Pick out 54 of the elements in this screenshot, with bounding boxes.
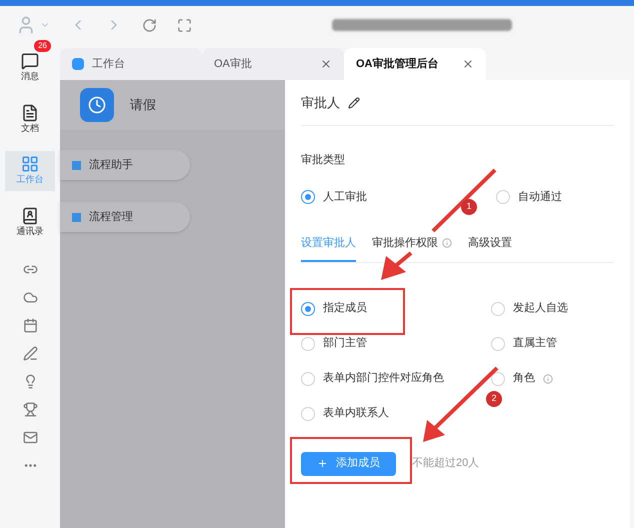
radio-button[interactable] <box>491 302 505 316</box>
close-icon[interactable] <box>320 58 332 70</box>
radio-label: 指定成员 <box>323 300 367 316</box>
cloud-icon[interactable] <box>22 290 38 305</box>
plus-icon <box>317 458 328 469</box>
radio-button[interactable] <box>491 372 505 386</box>
address-bar[interactable] <box>332 19 512 31</box>
app-logo <box>80 88 114 122</box>
close-icon[interactable] <box>462 58 474 70</box>
pen-icon[interactable] <box>22 346 38 361</box>
browser-tab[interactable]: 工作台 <box>60 48 202 80</box>
radio-label: 表单内联系人 <box>323 406 389 422</box>
nav-item[interactable]: 文档 <box>5 100 55 139</box>
menu-icon <box>72 212 81 222</box>
settings-tab[interactable]: 审批操作权限 <box>372 235 452 262</box>
mail-icon[interactable] <box>22 430 38 445</box>
menu-item[interactable]: 流程助手 <box>60 150 190 180</box>
browser-tab[interactable]: OA审批管理后台 <box>344 48 486 80</box>
info-icon[interactable] <box>442 238 452 248</box>
radio-label: 直属主管 <box>513 336 557 352</box>
radio-button[interactable] <box>301 336 315 350</box>
radio-label: 自动通过 <box>518 190 562 204</box>
panel-title: 审批人 <box>301 94 340 112</box>
radio-label: 部门主管 <box>323 336 367 352</box>
radio-label: 人工审批 <box>323 190 367 204</box>
calendar-icon[interactable] <box>22 318 38 333</box>
nav-icon <box>21 206 39 224</box>
radio-button[interactable] <box>301 372 315 386</box>
edit-icon[interactable] <box>348 96 360 108</box>
radio-button[interactable] <box>496 190 510 204</box>
radio-label: 发起人自选 <box>513 301 568 316</box>
app-title: 请假 <box>130 96 156 114</box>
nav-icon <box>21 104 39 122</box>
app-icon <box>72 58 84 70</box>
menu-icon <box>72 160 81 170</box>
expand-icon[interactable] <box>177 18 192 32</box>
radio-button[interactable] <box>491 336 505 350</box>
nav-icon <box>21 155 39 173</box>
refresh-icon[interactable] <box>142 18 157 32</box>
nav-item[interactable]: 通讯录 <box>5 202 55 242</box>
radio-button[interactable] <box>301 406 315 420</box>
browser-tab[interactable]: OA审批 <box>202 48 344 80</box>
trophy-icon[interactable] <box>22 402 38 417</box>
nav-icon <box>21 52 39 70</box>
info-icon[interactable] <box>543 374 553 384</box>
unread-badge: 26 <box>34 40 51 52</box>
radio-label: 表单内部门控件对应角色 <box>323 370 444 386</box>
radio-button[interactable] <box>301 190 315 204</box>
radio-button[interactable] <box>301 302 315 316</box>
menu-item[interactable]: 流程管理 <box>60 202 190 232</box>
hint-text: 不能超过20人 <box>412 456 480 472</box>
radio-label: 角色 <box>513 371 535 386</box>
section-label: 审批类型 <box>301 152 346 168</box>
settings-tab[interactable]: 高级设置 <box>468 235 512 262</box>
